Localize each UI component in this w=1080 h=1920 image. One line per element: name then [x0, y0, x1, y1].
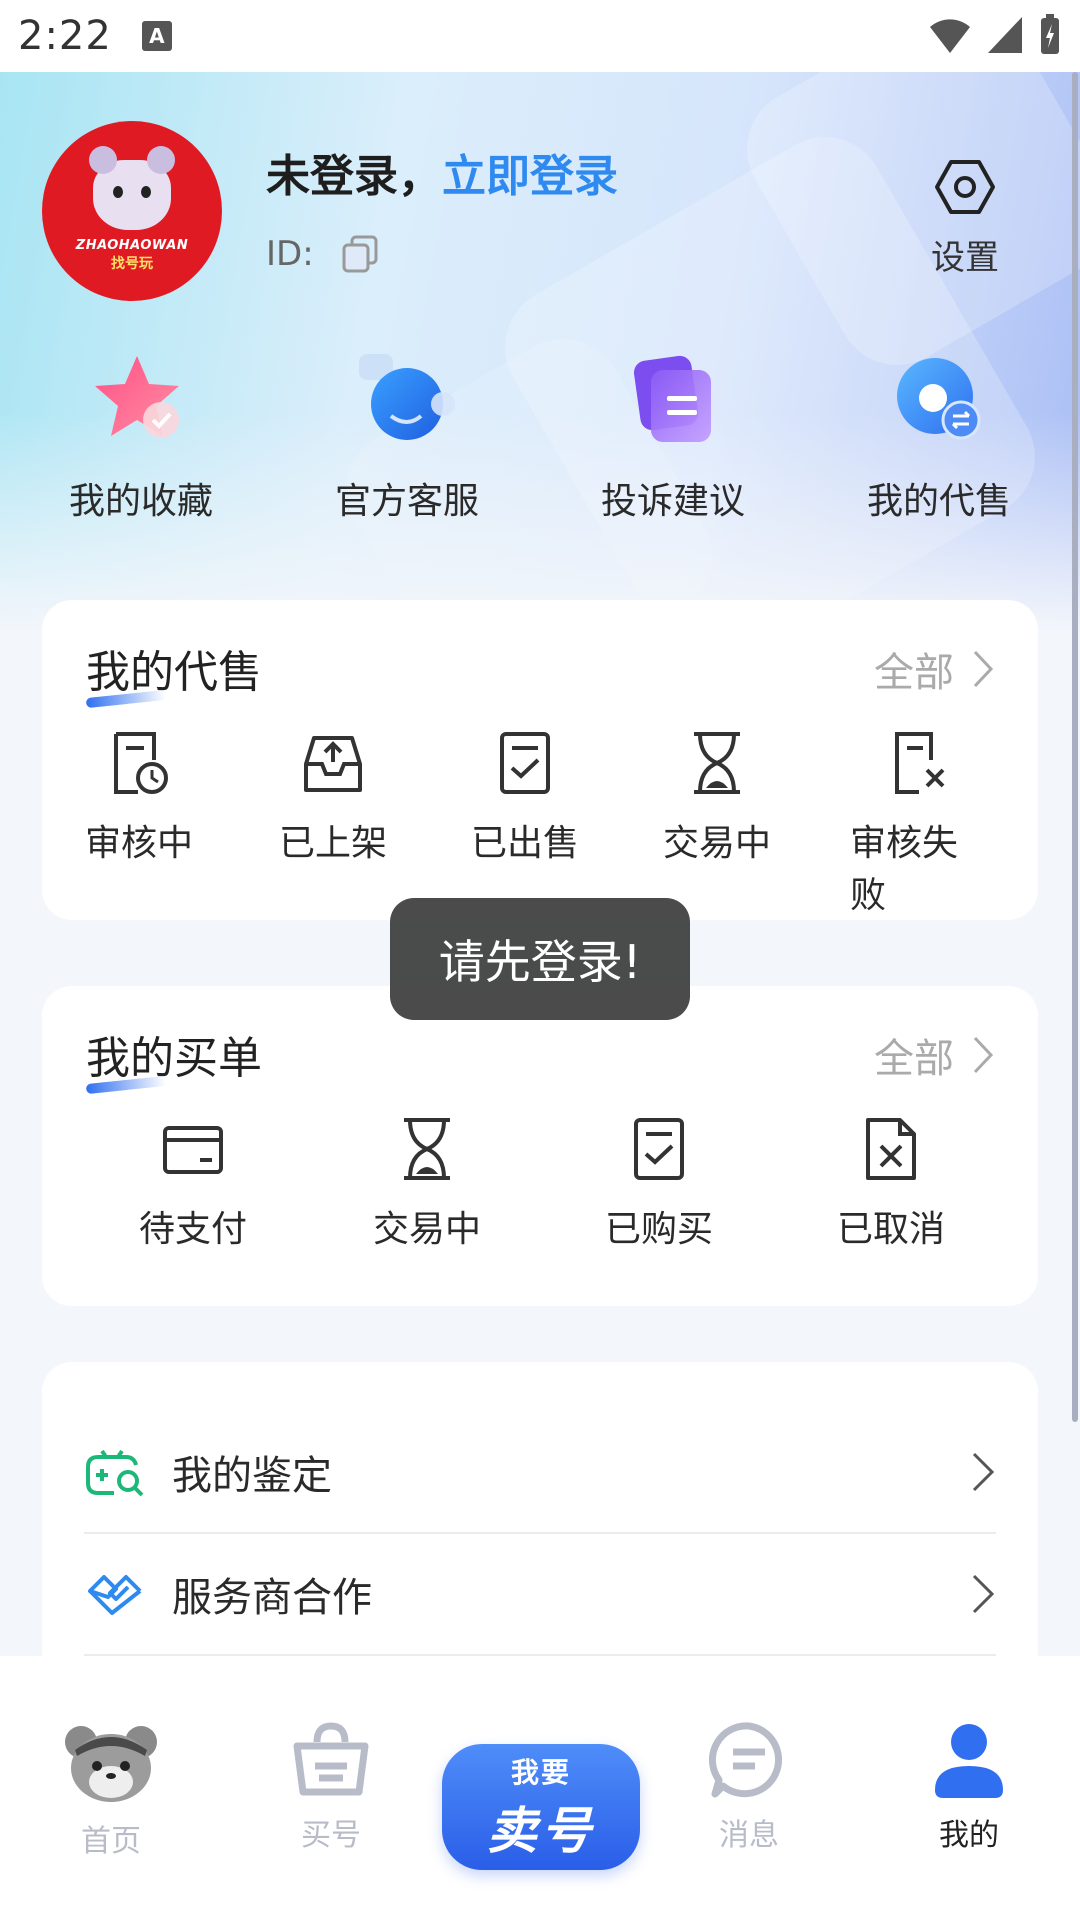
- sell-account-button[interactable]: 我要 卖号: [442, 1744, 640, 1870]
- consignment-card: 我的代售 全部 审核中 已上架 已出售 交易中 审核失败: [42, 600, 1038, 920]
- status-label: 已取消: [836, 1209, 945, 1250]
- doc-check-icon: [634, 1118, 684, 1180]
- quick-link-label: 投诉建议: [600, 481, 745, 522]
- menu-item-label: 我的鉴定: [172, 1453, 332, 1499]
- tab-mine[interactable]: 我的: [894, 1720, 1044, 1854]
- view-all-orders[interactable]: 全部: [874, 1026, 994, 1084]
- sell-button-top-label: 我要: [510, 1756, 571, 1789]
- handshake-icon: [88, 1575, 142, 1615]
- signal-icon: [988, 17, 1022, 53]
- file-x-icon: [866, 1118, 916, 1180]
- settings-hexagon-icon: [935, 160, 995, 214]
- doc-check-icon: [500, 732, 550, 794]
- status-label: 审核失败: [850, 823, 959, 916]
- quick-link-label: 我的收藏: [68, 481, 213, 522]
- quick-link-label: 官方客服: [334, 481, 479, 522]
- card-icon: [163, 1126, 223, 1174]
- order-cancelled[interactable]: 已取消: [836, 1116, 946, 1252]
- doc-clock-icon: [114, 732, 168, 794]
- bottom-tab-bar: 首页 买号 我要 卖号 消息 我的: [0, 1656, 1080, 1920]
- order-pending-payment[interactable]: 待支付: [138, 1116, 248, 1252]
- orders-card: 我的买单 全部 待支付 交易中 已购买 已取消: [42, 986, 1038, 1306]
- chevron-right-icon: [973, 650, 994, 688]
- menu-item-label: 服务商合作: [172, 1575, 372, 1621]
- gamepad-search-icon: [86, 1449, 144, 1497]
- tab-label: 消息: [719, 1818, 779, 1853]
- menu-list-card: 我的鉴定 服务商合作: [42, 1362, 1038, 1682]
- avatar-logo-text-cn: 找号玩: [111, 255, 153, 272]
- status-sold[interactable]: 已出售: [470, 730, 580, 866]
- status-icons: [928, 14, 1062, 56]
- user-id-label: ID:: [266, 234, 314, 274]
- user-id-row: ID:: [266, 234, 380, 274]
- quick-link-customer-service[interactable]: 官方客服: [274, 350, 540, 524]
- tab-label: 首页: [81, 1824, 141, 1859]
- basket-icon: [293, 1722, 369, 1796]
- quick-link-consignment[interactable]: 我的代售: [806, 350, 1072, 524]
- tray-upload-icon: [304, 736, 362, 792]
- status-label: 已上架: [278, 823, 387, 864]
- view-all-label: 全部: [874, 650, 954, 696]
- menu-item-partner[interactable]: 服务商合作: [84, 1534, 996, 1656]
- customer-service-icon: [359, 354, 455, 440]
- doc-x-icon: [895, 732, 945, 794]
- status-reviewing[interactable]: 审核中: [84, 730, 194, 866]
- battery-icon: [1041, 14, 1059, 54]
- copy-icon[interactable]: [340, 234, 380, 274]
- login-status: 未登录，立即登录: [266, 140, 618, 204]
- quick-link-label: 我的代售: [866, 481, 1011, 522]
- quick-link-favorites[interactable]: 我的收藏: [8, 350, 274, 524]
- status-label: 交易中: [372, 1209, 481, 1250]
- avatar-logo-text: ZHAOHAOWAN: [75, 237, 189, 253]
- menu-item-appraisal[interactable]: 我的鉴定: [84, 1412, 996, 1534]
- scrollbar[interactable]: [1072, 72, 1078, 1422]
- user-icon: [935, 1724, 1003, 1798]
- quick-links: 我的收藏 官方客服 投诉建议 我的代售: [0, 350, 1080, 524]
- star-icon: [95, 356, 179, 438]
- order-trading[interactable]: 交易中: [372, 1116, 482, 1252]
- consignment-icon: [897, 358, 981, 440]
- tab-home[interactable]: 首页: [36, 1716, 186, 1860]
- tab-label: 我的: [939, 1818, 999, 1853]
- status-label: 待支付: [138, 1209, 247, 1250]
- mascot-icon: [89, 145, 175, 230]
- status-label: 交易中: [662, 823, 771, 864]
- order-purchased[interactable]: 已购买: [604, 1116, 714, 1252]
- card-title: 我的代售: [86, 636, 262, 700]
- login-link[interactable]: 立即登录: [442, 151, 618, 202]
- view-all-label: 全部: [874, 1036, 954, 1082]
- sell-button-label: 卖号: [487, 1802, 595, 1860]
- card-title: 我的买单: [86, 1022, 262, 1086]
- view-all-consignment[interactable]: 全部: [874, 640, 994, 698]
- status-label: 审核中: [84, 823, 193, 864]
- quick-link-complaint[interactable]: 投诉建议: [540, 350, 806, 524]
- status-time: 2:22: [18, 13, 112, 59]
- wifi-icon: [930, 19, 970, 53]
- tab-label: 买号: [301, 1818, 361, 1853]
- chevron-right-icon: [972, 1452, 995, 1492]
- status-review-failed[interactable]: 审核失败: [850, 730, 990, 918]
- mascot-home-icon: [65, 1726, 157, 1802]
- notification-a-icon: A: [141, 21, 172, 51]
- avatar[interactable]: ZHAOHAOWAN 找号玩: [42, 121, 222, 301]
- status-label: 已购买: [604, 1209, 713, 1250]
- status-label: 已出售: [470, 823, 579, 864]
- tab-buy[interactable]: 买号: [256, 1720, 406, 1854]
- chevron-right-icon: [973, 1036, 994, 1074]
- complaint-icon: [633, 355, 711, 442]
- settings-label: 设置: [931, 238, 999, 278]
- chevron-right-icon: [972, 1574, 995, 1614]
- status-bar: 2:22 A: [0, 0, 1080, 72]
- chat-bubble-icon: [709, 1722, 783, 1798]
- login-status-text: 未登录，: [266, 151, 442, 202]
- hourglass-icon: [404, 1118, 450, 1180]
- settings-button[interactable]: 设置: [920, 158, 1010, 279]
- toast-message: 请先登录!: [390, 898, 690, 1020]
- status-listed[interactable]: 已上架: [278, 730, 388, 866]
- hourglass-icon: [694, 732, 740, 794]
- status-trading[interactable]: 交易中: [662, 730, 772, 866]
- tab-messages[interactable]: 消息: [674, 1720, 824, 1854]
